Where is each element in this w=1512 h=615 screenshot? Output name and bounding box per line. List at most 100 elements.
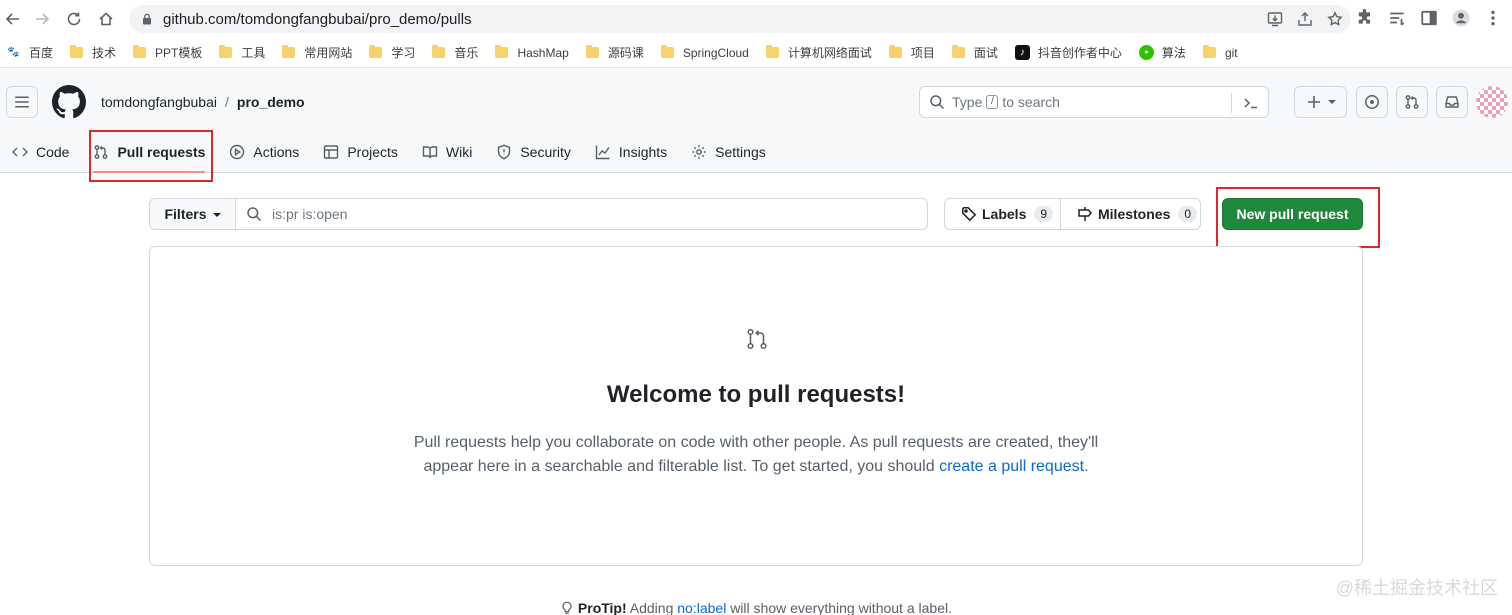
bookmark-item[interactable]: 常用网站 — [282, 44, 352, 61]
address-bar[interactable]: github.com/tomdongfangbubai/pro_demo/pul… — [129, 5, 1351, 33]
filter-search-input[interactable] — [272, 206, 872, 222]
tab-pull-requests[interactable]: Pull requests — [85, 131, 213, 173]
table-icon — [324, 145, 339, 159]
bookmark-item[interactable]: PPT模板 — [133, 44, 202, 61]
tab-label: Security — [520, 144, 571, 160]
tab-label: Settings — [715, 144, 766, 160]
bookmark-item[interactable]: 项目 — [888, 44, 935, 61]
inbox-button[interactable] — [1436, 86, 1468, 118]
book-icon — [422, 146, 438, 159]
folder-icon — [219, 45, 233, 58]
bookmark-label: 项目 — [910, 46, 935, 60]
bookmark-item[interactable]: 学习 — [369, 44, 415, 61]
bookmark-label: PPT模板 — [155, 46, 203, 60]
breadcrumb-separator: / — [225, 94, 229, 110]
folder-icon — [282, 45, 296, 58]
graph-icon — [595, 145, 610, 160]
reload-icon[interactable] — [61, 6, 87, 32]
hamburger-icon — [15, 96, 29, 108]
blank-state-title: Welcome to pull requests! — [606, 381, 906, 408]
forward-icon[interactable] — [29, 6, 55, 32]
bookmark-item[interactable]: 🐾 百度 — [6, 44, 53, 61]
github-logo-icon[interactable] — [52, 85, 86, 119]
search-placeholder-prefix: Type — [952, 94, 983, 110]
menu-button[interactable] — [6, 86, 38, 118]
command-palette-icon[interactable] — [1243, 95, 1259, 111]
tab-code[interactable]: Code — [4, 131, 77, 173]
bookmark-item[interactable]: SpringCloud — [660, 45, 749, 60]
repo-name-link[interactable]: pro_demo — [237, 94, 305, 110]
breadcrumb: tomdongfangbubai / pro_demo — [101, 94, 305, 110]
profile-icon[interactable] — [1452, 9, 1470, 27]
create-pull-request-link[interactable]: create a pull request — [939, 458, 1084, 475]
tab-settings[interactable]: Settings — [683, 131, 774, 173]
bookmark-item[interactable]: 音乐 — [432, 44, 478, 61]
folder-icon — [951, 45, 965, 58]
tab-projects[interactable]: Projects — [315, 131, 406, 173]
milestones-button[interactable]: Milestones 0 — [1061, 199, 1200, 229]
reading-list-icon[interactable] — [1388, 9, 1406, 27]
extensions-icon[interactable] — [1356, 9, 1374, 27]
milestones-counter: 0 — [1178, 206, 1198, 222]
douyin-icon: ♪ — [1014, 45, 1030, 60]
search-placeholder-suffix: to search — [1002, 94, 1060, 110]
bookmark-item[interactable]: ● 算法 — [1138, 44, 1186, 61]
bookmark-label: 算法 — [1161, 46, 1186, 60]
git-pull-request-icon — [747, 328, 767, 350]
bookmark-item[interactable]: 面试 — [951, 44, 998, 61]
labels-counter: 9 — [1034, 206, 1054, 222]
bookmark-item[interactable]: git — [1202, 45, 1238, 60]
blank-state: Welcome to pull requests! Pull requests … — [149, 246, 1363, 566]
bookmarks-bar: 🐾 百度 技术 PPT模板 工具 常用网站 学习 音乐 HashMap 源码课 SpringClou… — [0, 38, 1512, 68]
plus-icon — [1307, 96, 1320, 108]
search-placeholder: Type / to search — [952, 94, 1060, 110]
search-input[interactable]: Type / to search — [919, 86, 1269, 118]
bookmark-label: 面试 — [973, 46, 998, 60]
bookmark-label: 计算机网络面试 — [787, 46, 872, 60]
bookmark-item[interactable]: HashMap — [495, 45, 569, 60]
baidu-icon: 🐾 — [7, 47, 20, 58]
folder-icon — [585, 45, 599, 58]
search-shortcut-key: / — [986, 95, 999, 109]
browser-menu-icon[interactable] — [1484, 9, 1502, 27]
tab-wiki[interactable]: Wiki — [414, 131, 480, 173]
bookmark-item[interactable]: ♪ 抖音创作者中心 — [1014, 44, 1122, 61]
back-icon[interactable] — [0, 6, 26, 32]
tab-actions[interactable]: Actions — [221, 131, 307, 173]
bookmark-label: git — [1224, 45, 1238, 60]
bookmark-item[interactable]: 技术 — [70, 44, 116, 61]
bookmark-item[interactable]: 源码课 — [585, 44, 644, 61]
labels-label: Labels — [982, 206, 1027, 222]
side-panel-icon[interactable] — [1420, 9, 1438, 27]
bookmark-label: 源码课 — [607, 46, 644, 60]
shield-icon — [498, 144, 511, 160]
bookmark-label: HashMap — [517, 45, 569, 60]
star-icon[interactable] — [1327, 11, 1343, 27]
tab-security[interactable]: Security — [488, 131, 579, 173]
github-header: tomdongfangbubai / pro_demo Type / to se… — [0, 69, 1512, 173]
bookmark-item[interactable]: 工具 — [219, 44, 265, 61]
chevron-down-icon — [1327, 100, 1336, 104]
create-new-button[interactable] — [1294, 86, 1347, 118]
labels-button[interactable]: Labels 9 — [945, 199, 1061, 229]
bookmark-item[interactable]: 计算机网络面试 — [765, 44, 872, 61]
home-icon[interactable] — [93, 6, 119, 32]
tab-insights[interactable]: Insights — [587, 131, 675, 173]
git-pull-request-icon — [95, 145, 108, 159]
share-icon[interactable] — [1297, 11, 1313, 27]
inbox-icon — [1445, 96, 1459, 108]
protip-label: ProTip! — [577, 600, 627, 615]
new-pull-request-button[interactable]: New pull request — [1222, 198, 1363, 230]
search-divider — [1231, 93, 1232, 113]
pull-requests-button[interactable] — [1396, 86, 1428, 118]
folder-icon — [660, 45, 674, 58]
repo-owner-link[interactable]: tomdongfangbubai — [101, 94, 217, 110]
filters-button[interactable]: Filters — [150, 199, 236, 229]
issues-button[interactable] — [1356, 86, 1388, 118]
blank-state-text-end: . — [1084, 458, 1089, 475]
no-label-link[interactable]: no:label — [677, 600, 726, 615]
install-app-icon[interactable] — [1267, 11, 1283, 27]
user-avatar[interactable] — [1476, 86, 1508, 118]
watermark: @稀土掘金技术社区 — [1335, 578, 1498, 598]
blank-state-description: Pull requests help you collaborate on co… — [400, 431, 1112, 479]
